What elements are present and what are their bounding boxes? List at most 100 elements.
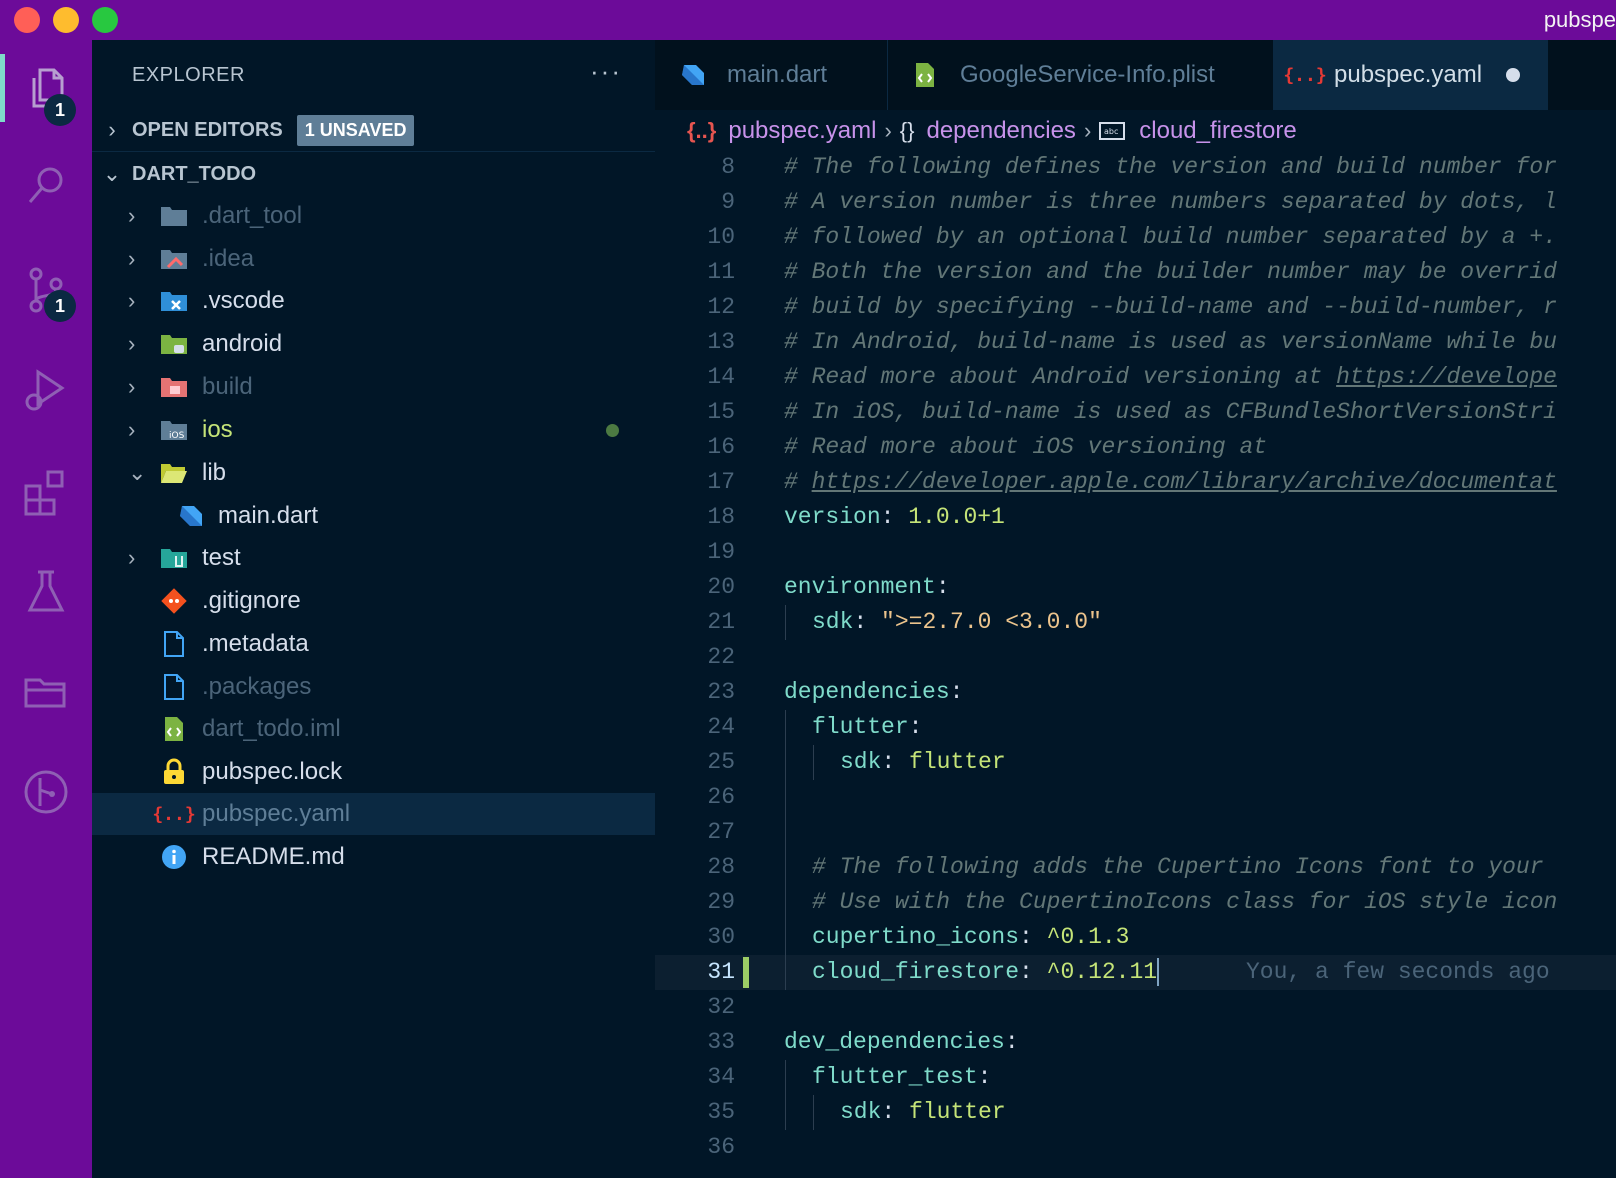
- tree-item-dart-tool[interactable]: › .dart_tool: [92, 195, 655, 237]
- tree-item-pubspec-lock[interactable]: pubspec.lock: [92, 751, 655, 793]
- code-text: cupertino_icons: ^0.1.3: [812, 920, 1129, 955]
- code-line[interactable]: 29 # Use with the CupertinoIcons class fo…: [655, 885, 1616, 920]
- unsaved-dot-icon[interactable]: [1506, 68, 1521, 82]
- code-line[interactable]: 32: [655, 990, 1616, 1025]
- activity-project-manager[interactable]: [0, 646, 92, 734]
- code-token: :: [881, 749, 910, 775]
- file-icon: [160, 673, 188, 701]
- tab-googleservice-plist[interactable]: GoogleService-Info.plist: [888, 40, 1274, 110]
- activity-explorer[interactable]: 1: [0, 44, 92, 132]
- tree-item-lib[interactable]: ⌄ lib: [92, 452, 655, 494]
- indent-guide: [813, 1095, 814, 1130]
- code-line[interactable]: 17 # https://developer.apple.com/library/…: [655, 465, 1616, 500]
- xml-icon: [160, 715, 188, 743]
- line-number: 22: [707, 644, 735, 670]
- tree-item-ios[interactable]: › iOS ios: [92, 409, 655, 451]
- close-window-button[interactable]: [14, 7, 40, 33]
- code-token: # The following defines the version and …: [784, 154, 1557, 180]
- code-line[interactable]: 36: [655, 1130, 1616, 1165]
- line-number: 29: [707, 889, 735, 915]
- tab-main-dart[interactable]: main.dart: [655, 40, 888, 110]
- section-divider: [92, 151, 655, 152]
- code-line[interactable]: 11 # Both the version and the builder num…: [655, 255, 1616, 290]
- code-line[interactable]: 14 # Read more about Android versioning a…: [655, 360, 1616, 395]
- tree-item-metadata[interactable]: .metadata: [92, 623, 655, 665]
- text-cursor: [1157, 957, 1160, 986]
- code-line[interactable]: 19: [655, 535, 1616, 570]
- code-token: :: [853, 609, 882, 635]
- tree-item-build[interactable]: › build: [92, 366, 655, 408]
- tree-item-vscode[interactable]: › .vscode: [92, 280, 655, 322]
- tree-item-iml[interactable]: dart_todo.iml: [92, 708, 655, 750]
- chevron-down-icon: ⌄: [128, 460, 147, 485]
- code-line[interactable]: 18 version: 1.0.0+1: [655, 500, 1616, 535]
- more-actions-button[interactable]: ···: [590, 56, 622, 87]
- tree-item-packages[interactable]: .packages: [92, 666, 655, 708]
- tree-item-label: README.md: [202, 843, 345, 870]
- project-section[interactable]: ⌄ DART_TODO: [92, 154, 655, 194]
- code-line[interactable]: 25 sdk: flutter: [655, 745, 1616, 780]
- code-text: sdk: flutter: [840, 1095, 1006, 1130]
- dart-icon: [176, 502, 204, 530]
- tree-item-test[interactable]: › test: [92, 537, 655, 579]
- code-line[interactable]: 27: [655, 815, 1616, 850]
- breadcrumb-file[interactable]: pubspec.yaml: [728, 117, 876, 145]
- idea-folder-icon: [160, 245, 188, 273]
- ios-folder-icon: iOS: [160, 416, 188, 444]
- tree-item-gitignore[interactable]: .gitignore: [92, 580, 655, 622]
- code-editor[interactable]: 8 # The following defines the version and…: [655, 150, 1616, 1178]
- code-line[interactable]: 16 # Read more about iOS versioning at: [655, 430, 1616, 465]
- tree-item-readme[interactable]: README.md: [92, 836, 655, 878]
- tree-item-main-dart[interactable]: main.dart: [92, 495, 655, 537]
- code-line[interactable]: 30 cupertino_icons: ^0.1.3: [655, 920, 1616, 955]
- code-token: flutter_test: [812, 1064, 978, 1090]
- code-token: :: [1004, 1029, 1019, 1055]
- code-line[interactable]: 22: [655, 640, 1616, 675]
- activity-testing[interactable]: [0, 548, 92, 636]
- code-line[interactable]: 21 sdk: ">=2.7.0 <3.0.0": [655, 605, 1616, 640]
- code-token: # In Android, build-name is used as vers…: [784, 329, 1557, 355]
- code-token: ^0.12.11: [1046, 959, 1158, 985]
- code-text: cloud_firestore: ^0.12.11: [812, 955, 1160, 990]
- code-line[interactable]: 15 # In iOS, build-name is used as CFBund…: [655, 395, 1616, 430]
- indent-guide: [813, 745, 814, 780]
- activity-bar: 1 1: [0, 40, 92, 1178]
- code-token: flutter: [909, 1099, 1006, 1125]
- code-line[interactable]: 24 flutter:: [655, 710, 1616, 745]
- activity-search[interactable]: [0, 142, 92, 230]
- search-icon: [28, 167, 63, 203]
- vscode-folder-icon: [160, 287, 188, 315]
- code-line[interactable]: 35 sdk: flutter: [655, 1095, 1616, 1130]
- code-line[interactable]: 13 # In Android, build-name is used as ve…: [655, 325, 1616, 360]
- activity-source-control[interactable]: 1: [0, 246, 92, 334]
- code-line[interactable]: 8 # The following defines the version and…: [655, 150, 1616, 185]
- tab-pubspec-yaml[interactable]: {..} pubspec.yaml: [1274, 40, 1548, 110]
- open-editors-section[interactable]: › OPEN EDITORS 1 UNSAVED: [92, 110, 655, 150]
- breadcrumb-item[interactable]: cloud_firestore: [1139, 117, 1296, 145]
- code-line[interactable]: 28 # The following adds the Cupertino Ico…: [655, 850, 1616, 885]
- code-line[interactable]: 23 dependencies:: [655, 675, 1616, 710]
- code-line[interactable]: 34 flutter_test:: [655, 1060, 1616, 1095]
- code-line[interactable]: 26: [655, 780, 1616, 815]
- breadcrumb-section[interactable]: dependencies: [926, 117, 1075, 145]
- code-line[interactable]: 12 # build by specifying --build-name and…: [655, 290, 1616, 325]
- tree-item-pubspec-yaml[interactable]: {..} pubspec.yaml: [92, 793, 655, 835]
- code-line[interactable]: 20 environment:: [655, 570, 1616, 605]
- minimize-window-button[interactable]: [53, 7, 79, 33]
- line-number: 20: [707, 574, 735, 600]
- activity-run-debug[interactable]: [0, 346, 92, 434]
- line-number: 17: [707, 469, 735, 495]
- code-line[interactable]: 33 dev_dependencies:: [655, 1025, 1616, 1060]
- code-line[interactable]: 9 # A version number is three numbers sep…: [655, 185, 1616, 220]
- code-text: # https://developer.apple.com/library/ar…: [784, 465, 1557, 500]
- maximize-window-button[interactable]: [92, 7, 118, 33]
- code-token: dev_dependencies: [784, 1029, 1005, 1055]
- tree-item-idea[interactable]: › .idea: [92, 238, 655, 280]
- tree-item-android[interactable]: › android: [92, 323, 655, 365]
- extensions-icon: [24, 470, 64, 516]
- activity-git-graph[interactable]: [0, 748, 92, 836]
- code-line[interactable]: 31 You, a few seconds ago cloud_firestore:…: [655, 955, 1616, 990]
- activity-extensions[interactable]: [0, 448, 92, 536]
- code-line[interactable]: 10 # followed by an optional build number…: [655, 220, 1616, 255]
- code-text: # followed by an optional build number s…: [784, 220, 1557, 255]
